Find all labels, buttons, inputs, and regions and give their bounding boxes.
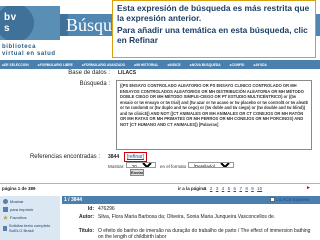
page-number-4[interactable]: 4 bbox=[222, 186, 225, 191]
pagination-bar: página 1 de 389 ir a la página 1 2 3 4 5… bbox=[0, 183, 320, 195]
document-icon bbox=[3, 225, 7, 231]
id-label: Id: bbox=[87, 206, 94, 212]
nav-item-seleccion[interactable]: DE SELECCION bbox=[2, 63, 29, 67]
nav-item-config[interactable]: CONFIG bbox=[230, 63, 245, 67]
page-number-2[interactable]: 2 bbox=[210, 186, 213, 191]
page-number-list: 1 2 3 4 5 6 7 8 9 10 bbox=[204, 186, 266, 191]
nav-item-formulario-libre[interactable]: FORMULARIO LIBRE bbox=[38, 63, 73, 67]
page-number-5[interactable]: 5 bbox=[228, 186, 231, 191]
callout-line2: Para añadir una temática en esta búsqued… bbox=[117, 25, 308, 45]
sidebar-item-label: Mostrar bbox=[10, 199, 24, 204]
page-of-text: página 1 de 389 bbox=[2, 186, 36, 191]
star-icon bbox=[3, 215, 8, 220]
sidebar-item-favoritos[interactable]: Favoritos bbox=[3, 215, 26, 220]
next-page-arrow-icon[interactable]: ► bbox=[306, 185, 311, 191]
page-number-8[interactable]: 8 bbox=[245, 186, 248, 191]
page-number-3[interactable]: 3 bbox=[216, 186, 219, 191]
search-expression-box: ((PS ENSAYO CONTROLADO ALEATORIO OR PS E… bbox=[116, 80, 312, 150]
explanation-callout: Esta expresión de búsqueda es más restri… bbox=[112, 0, 316, 58]
nav-item-ayuda[interactable]: AYUDA bbox=[253, 63, 266, 67]
result-number: 1 / 3844 bbox=[64, 197, 83, 203]
sidebar-item-label: Solicitar texto completo SciELO Brasil bbox=[8, 223, 51, 233]
format-select[interactable]: [Detallado] bbox=[187, 162, 234, 168]
bvs-logo[interactable]: bv s bbox=[0, 6, 60, 40]
search-label: Búsqueda : bbox=[79, 81, 110, 87]
sidebar-item-fulltext[interactable]: Solicitar texto completo SciELO Brasil bbox=[3, 223, 60, 233]
sidebar-item-label: para imprimir bbox=[10, 207, 34, 212]
database-label: Base de datos : bbox=[68, 70, 110, 76]
logo-text-line1: bv bbox=[4, 12, 17, 23]
goto-page-label: ir a la página bbox=[178, 186, 206, 191]
title-value: O efeito do banho de imersão na duração … bbox=[98, 228, 311, 240]
page-number-10[interactable]: 10 bbox=[257, 186, 262, 191]
brand-subtitle: biblioteca virtual en salud bbox=[2, 44, 56, 58]
nav-item-indice[interactable]: INDICE bbox=[168, 63, 181, 67]
top-navigation: DE SELECCION FORMULARIO LIBRE FORMULARIO… bbox=[0, 60, 320, 69]
result-header: 1 / 3844 LILACS-Express bbox=[62, 196, 320, 204]
result-actions-sidebar: Mostrar para imprimir Favoritos Solicita… bbox=[0, 196, 60, 240]
lilacs-express-tag[interactable]: LILACS-Express bbox=[276, 197, 309, 202]
author-value: Silva, Flora Maria Barbosa da; Oliveira,… bbox=[98, 214, 276, 220]
page-number-9[interactable]: 9 bbox=[251, 186, 254, 191]
sidebar-item-label: Favoritos bbox=[10, 215, 27, 220]
references-found-label: Referencias encontradas : bbox=[29, 154, 100, 160]
nav-item-historial[interactable]: MI HISTORIAL bbox=[134, 63, 158, 67]
sidebar-item-print[interactable]: para imprimir bbox=[3, 207, 33, 212]
display-options: Mostrar: 20 en el formato [Detallado] bbox=[108, 162, 234, 169]
display-prefix: Mostrar: bbox=[108, 164, 125, 169]
title-label: Título: bbox=[78, 228, 94, 234]
select-checkbox[interactable] bbox=[270, 197, 275, 202]
per-page-select[interactable]: 20 bbox=[125, 162, 156, 168]
id-value: 476296 bbox=[98, 206, 115, 212]
author-label: Autor: bbox=[79, 214, 94, 220]
sidebar-item-mostrar[interactable]: Mostrar bbox=[3, 199, 24, 204]
refine-link[interactable]: [refinar] bbox=[124, 152, 147, 162]
query-panel: Base de datos : LILACS Búsqueda : ((PS E… bbox=[0, 70, 320, 188]
page-number-1: 1 bbox=[204, 186, 207, 191]
result-record: Id: 476296 Autor: Silva, Flora Maria Bar… bbox=[62, 204, 320, 240]
display-icon bbox=[3, 199, 8, 204]
page-number-7[interactable]: 7 bbox=[239, 186, 242, 191]
references-count: 3844 bbox=[108, 154, 120, 160]
nav-item-formulario-avanzado[interactable]: FORMULARIO AVANZADO bbox=[82, 63, 125, 67]
callout-line1: Esta expresión de búsqueda es más restri… bbox=[117, 3, 310, 23]
logo-text-line2: s bbox=[4, 23, 11, 34]
brand-subtitle-line1: biblioteca bbox=[2, 44, 37, 50]
database-value: LILACS bbox=[118, 70, 137, 76]
format-prefix: en el formato bbox=[160, 164, 187, 169]
nav-item-nueva-busqueda[interactable]: NOVA BUSQUEDA bbox=[190, 63, 221, 67]
brand-subtitle-line2: virtual en salud bbox=[2, 51, 56, 57]
print-icon bbox=[3, 207, 8, 212]
send-button[interactable]: Enviar bbox=[130, 169, 144, 176]
page-number-6[interactable]: 6 bbox=[234, 186, 237, 191]
